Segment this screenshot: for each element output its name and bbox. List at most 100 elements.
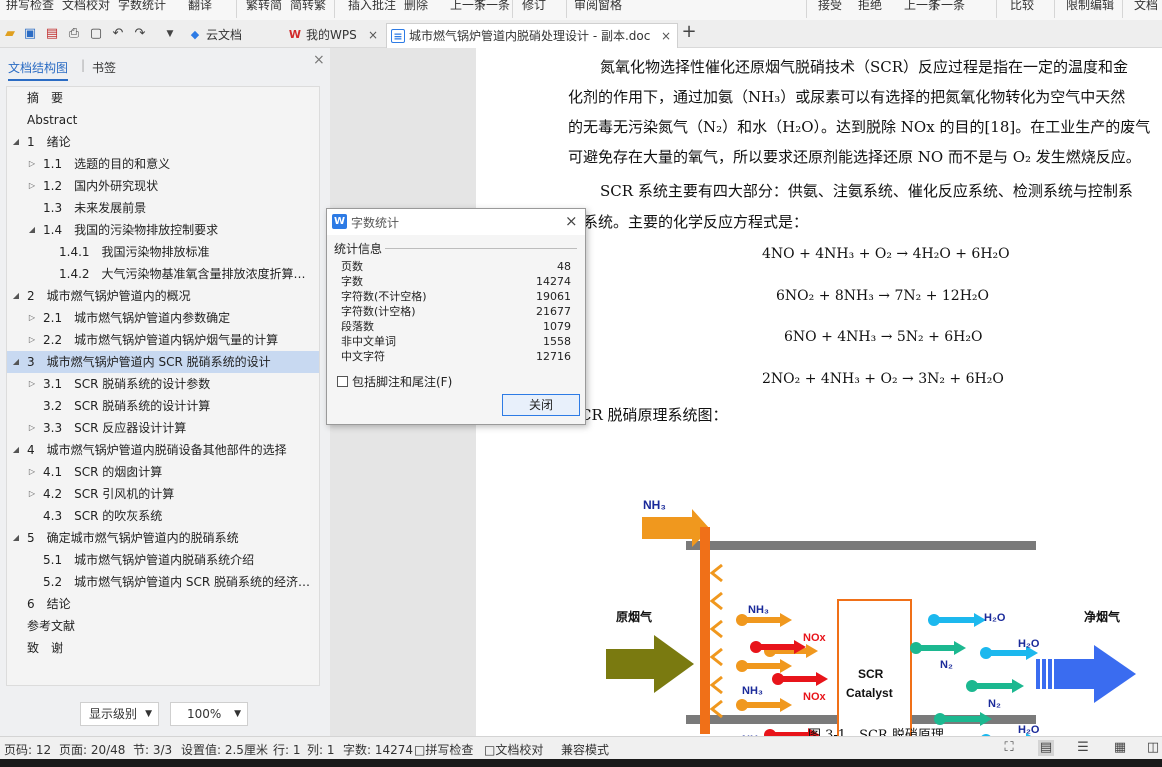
outline-view-icon[interactable]: ☰ bbox=[1075, 740, 1091, 756]
close-icon[interactable]: × bbox=[368, 23, 378, 47]
outline-item[interactable]: 1.4.2 大气污染物基准氧含量排放浓度折算… bbox=[7, 263, 319, 285]
outline-item[interactable]: 5.2 城市燃气锅炉管道内 SCR 脱硝系统的经济… bbox=[7, 571, 319, 593]
reading-view-icon[interactable]: ◫ bbox=[1145, 740, 1161, 756]
ribbon-item[interactable]: 比较 bbox=[1010, 0, 1034, 13]
redo-icon[interactable]: ↷ bbox=[132, 26, 148, 42]
outline-item[interactable]: ▷ 1.1 选题的目的和意义 bbox=[7, 153, 319, 175]
tab-document-outline[interactable]: 文档结构图 bbox=[8, 59, 69, 81]
status-proofread[interactable]: □文档校对 bbox=[484, 741, 543, 758]
expand-arrow-icon[interactable]: ▷ bbox=[27, 329, 37, 351]
expand-arrow-icon[interactable]: ▷ bbox=[27, 175, 37, 197]
proofread-label: 文档校对 bbox=[495, 743, 544, 757]
ribbon-item[interactable]: 下一条 bbox=[474, 0, 510, 13]
export-pdf-icon[interactable]: ▤ bbox=[44, 26, 60, 42]
outline-item[interactable]: ▷ 3.1 SCR 脱硝系统的设计参数 bbox=[7, 373, 319, 395]
paragraph-line: 化剂的作用下，通过加氨（NH₃）或尿素可以有选择的把氮氧化物转化为空气中天然 bbox=[568, 88, 1126, 106]
outline-item[interactable]: ◢ 4 城市燃气锅炉管道内脱硝设备其他部件的选择 bbox=[7, 439, 319, 461]
outline-item[interactable]: ◢ 5 确定城市燃气锅炉管道内的脱硝系统 bbox=[7, 527, 319, 549]
tab-bookmarks[interactable]: 书签 bbox=[92, 59, 116, 76]
ribbon-item[interactable]: 修订 bbox=[522, 0, 546, 13]
outline-item[interactable]: ▷ 4.2 SCR 引风机的计算 bbox=[7, 483, 319, 505]
ribbon-item[interactable]: 删除 bbox=[404, 0, 428, 13]
outline-item-label: 摘 要 bbox=[27, 91, 64, 105]
new-tab-button[interactable]: + bbox=[681, 23, 697, 41]
status-word-count[interactable]: 字数: 14274 bbox=[343, 741, 413, 758]
statistic-label: 页数 bbox=[341, 260, 363, 273]
statistic-value: 21677 bbox=[536, 305, 571, 318]
expand-arrow-icon[interactable]: ▷ bbox=[27, 307, 37, 329]
status-page[interactable]: 页面: 20/48 bbox=[59, 741, 125, 758]
outline-item[interactable]: ◢ 2 城市燃气锅炉管道内的概况 bbox=[7, 285, 319, 307]
chevron-down-icon: ▼ bbox=[234, 709, 241, 719]
page-view-icon[interactable]: ▤ bbox=[1038, 740, 1054, 756]
collapse-arrow-icon[interactable]: ◢ bbox=[11, 527, 21, 549]
outline-item[interactable]: ◢ 1 绪论 bbox=[7, 131, 319, 153]
undo-icon[interactable]: ↶ bbox=[110, 26, 126, 42]
status-spell-check[interactable]: □拼写检查 bbox=[414, 741, 473, 758]
customize-dropdown-icon[interactable]: ▼ bbox=[162, 26, 178, 42]
ribbon-item[interactable]: 拒绝 bbox=[858, 0, 882, 13]
display-level-dropdown[interactable]: 显示级别 ▼ bbox=[80, 702, 159, 726]
ribbon-item[interactable]: 接受 bbox=[818, 0, 842, 13]
expand-arrow-icon[interactable]: ▷ bbox=[27, 153, 37, 175]
expand-arrow-icon[interactable]: ▷ bbox=[27, 373, 37, 395]
ribbon-item[interactable]: 下一条 bbox=[929, 0, 965, 13]
close-icon[interactable]: × bbox=[661, 24, 671, 48]
open-folder-icon[interactable]: ▰ bbox=[2, 26, 18, 42]
web-view-icon[interactable]: ▦ bbox=[1112, 740, 1128, 756]
outline-item[interactable]: ◢ 3 城市燃气锅炉管道内 SCR 脱硝系统的设计 bbox=[7, 351, 319, 373]
collapse-arrow-icon[interactable]: ◢ bbox=[11, 131, 21, 153]
statistic-row: 字符数(计空格) 21677 bbox=[341, 304, 571, 319]
outline-item[interactable]: 4.3 SCR 的吹灰系统 bbox=[7, 505, 319, 527]
tab-my-wps[interactable]: W 我的WPS × bbox=[284, 23, 384, 48]
zoom-dropdown[interactable]: 100% ▼ bbox=[170, 702, 248, 726]
ribbon-separator bbox=[996, 0, 997, 18]
expand-arrow-icon[interactable]: ▷ bbox=[27, 417, 37, 439]
outline-item[interactable]: 3.2 SCR 脱硝系统的设计计算 bbox=[7, 395, 319, 417]
outline-item[interactable]: ▷ 3.3 SCR 反应器设计计算 bbox=[7, 417, 319, 439]
ribbon-item[interactable]: 拼写检查 bbox=[6, 0, 54, 13]
print-icon[interactable]: ⎙ bbox=[66, 26, 82, 42]
expand-arrow-icon[interactable]: ▷ bbox=[27, 461, 37, 483]
statistic-label: 字符数(计空格) bbox=[341, 305, 416, 318]
ribbon-item[interactable]: 文档校对 bbox=[62, 0, 110, 13]
outline-item-label: 6 结论 bbox=[27, 597, 71, 611]
ribbon-item[interactable]: 限制编辑 bbox=[1066, 0, 1114, 13]
ribbon-item[interactable]: 文档 bbox=[1134, 0, 1158, 13]
collapse-arrow-icon[interactable]: ◢ bbox=[11, 439, 21, 461]
ribbon-item[interactable]: 插入批注 bbox=[348, 0, 396, 13]
include-footnotes-checkbox[interactable]: 包括脚注和尾注(F) bbox=[337, 373, 452, 390]
collapse-arrow-icon[interactable]: ◢ bbox=[27, 219, 37, 241]
tab-cloud-docs[interactable]: ◆ 云文档 bbox=[184, 23, 280, 48]
ribbon-item[interactable]: 字数统计 bbox=[118, 0, 166, 13]
ribbon-item[interactable]: 审阅窗格 bbox=[574, 0, 622, 13]
save-icon[interactable]: ▣ bbox=[22, 26, 38, 42]
outline-item[interactable]: ▷ 2.1 城市燃气锅炉管道内参数确定 bbox=[7, 307, 319, 329]
outline-item[interactable]: 1.3 未来发展前景 bbox=[7, 197, 319, 219]
close-icon[interactable]: × bbox=[313, 52, 325, 68]
outline-item[interactable]: 6 结论 bbox=[7, 593, 319, 615]
collapse-arrow-icon[interactable]: ◢ bbox=[11, 285, 21, 307]
outline-item[interactable]: 摘 要 bbox=[7, 87, 319, 109]
outline-item[interactable]: 1.4.1 我国污染物排放标准 bbox=[7, 241, 319, 263]
full-screen-icon[interactable]: ⛶ bbox=[1001, 740, 1017, 756]
ribbon-item[interactable]: 繁转简 bbox=[246, 0, 282, 13]
outline-item[interactable]: ▷ 1.2 国内外研究现状 bbox=[7, 175, 319, 197]
outline-item[interactable]: ▷ 4.1 SCR 的烟囱计算 bbox=[7, 461, 319, 483]
ribbon-item[interactable]: 翻译 bbox=[188, 0, 212, 13]
expand-arrow-icon[interactable]: ▷ bbox=[27, 483, 37, 505]
outline-item[interactable]: ▷ 2.2 城市燃气锅炉管道内锅炉烟气量的计算 bbox=[7, 329, 319, 351]
close-button[interactable]: 关闭 bbox=[502, 394, 580, 416]
outline-item[interactable]: 5.1 城市燃气锅炉管道内脱硝系统介绍 bbox=[7, 549, 319, 571]
tab-document[interactable]: ≡ 城市燃气锅炉管道内脱硝处理设计 - 副本.doc × bbox=[386, 23, 678, 48]
collapse-arrow-icon[interactable]: ◢ bbox=[11, 351, 21, 373]
outline-item[interactable]: 参考文献 bbox=[7, 615, 319, 637]
nh3-label: NH₃ bbox=[748, 604, 769, 616]
outline-item[interactable]: 致 谢 bbox=[7, 637, 319, 659]
ribbon-item[interactable]: 简转繁 bbox=[290, 0, 326, 13]
close-icon[interactable]: × bbox=[565, 212, 578, 230]
outline-item[interactable]: Abstract bbox=[7, 109, 319, 131]
print-preview-icon[interactable]: ▢ bbox=[88, 26, 104, 42]
checkbox-icon: □ bbox=[414, 743, 426, 757]
outline-item[interactable]: ◢ 1.4 我国的污染物排放控制要求 bbox=[7, 219, 319, 241]
